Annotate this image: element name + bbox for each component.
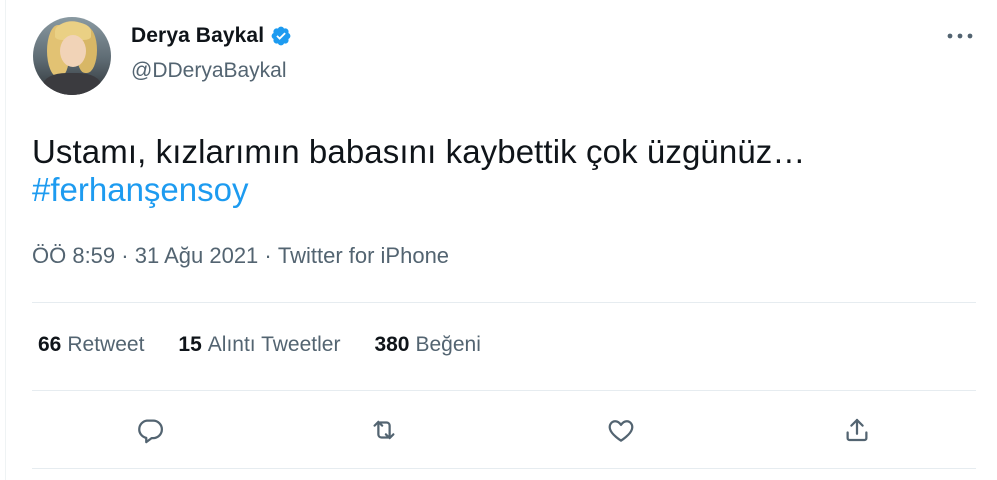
meta-separator: · xyxy=(115,243,135,268)
stat-count: 380 xyxy=(374,333,410,356)
tweet-source[interactable]: Twitter for iPhone xyxy=(278,243,449,269)
heart-icon xyxy=(608,420,634,442)
verified-badge-icon xyxy=(270,25,292,47)
share-button[interactable] xyxy=(837,410,877,450)
action-bar xyxy=(0,410,997,454)
more-icon[interactable] xyxy=(944,24,976,48)
stat-count: 15 xyxy=(178,333,202,356)
retweet-count[interactable]: 66 Retweet xyxy=(38,333,144,357)
tweet-text: Ustamı, kızlarımın babasını kaybettik ço… xyxy=(32,133,806,170)
stat-label: Alıntı Tweetler xyxy=(207,333,341,356)
hashtag-link[interactable]: #ferhanşensoy xyxy=(32,171,248,209)
meta-separator: · xyxy=(258,243,278,268)
tweet-card: Derya Baykal @DDeryaBaykal Ustamı, kızla… xyxy=(0,0,997,480)
author-name-row: Derya Baykal xyxy=(131,24,292,48)
author-display-name[interactable]: Derya Baykal xyxy=(131,24,264,48)
reply-icon xyxy=(138,419,163,444)
retweet-icon xyxy=(373,420,395,440)
avatar[interactable] xyxy=(33,17,111,95)
card-border xyxy=(5,0,6,480)
like-button[interactable] xyxy=(601,410,641,450)
tweet-stats: 66 Retweet 15 Alıntı Tweetler 380 Beğeni xyxy=(38,333,481,357)
stat-label: Retweet xyxy=(67,333,145,356)
tweet-date[interactable]: 31 Ağu 2021 xyxy=(135,243,259,269)
divider xyxy=(32,390,976,391)
share-icon xyxy=(846,418,868,442)
reply-button[interactable] xyxy=(130,410,170,450)
quote-tweet-count[interactable]: 15 Alıntı Tweetler xyxy=(178,333,340,357)
divider xyxy=(32,468,976,469)
stat-label: Beğeni xyxy=(415,333,481,356)
like-count[interactable]: 380 Beğeni xyxy=(374,333,480,357)
tweet-meta: ÖÖ 8:59 · 31 Ağu 2021 · Twitter for iPho… xyxy=(32,243,449,269)
stat-count: 66 xyxy=(38,333,62,356)
author-handle[interactable]: @DDeryaBaykal xyxy=(131,59,287,83)
retweet-button[interactable] xyxy=(364,410,404,450)
divider xyxy=(32,302,976,303)
tweet-time[interactable]: ÖÖ 8:59 xyxy=(32,243,115,269)
